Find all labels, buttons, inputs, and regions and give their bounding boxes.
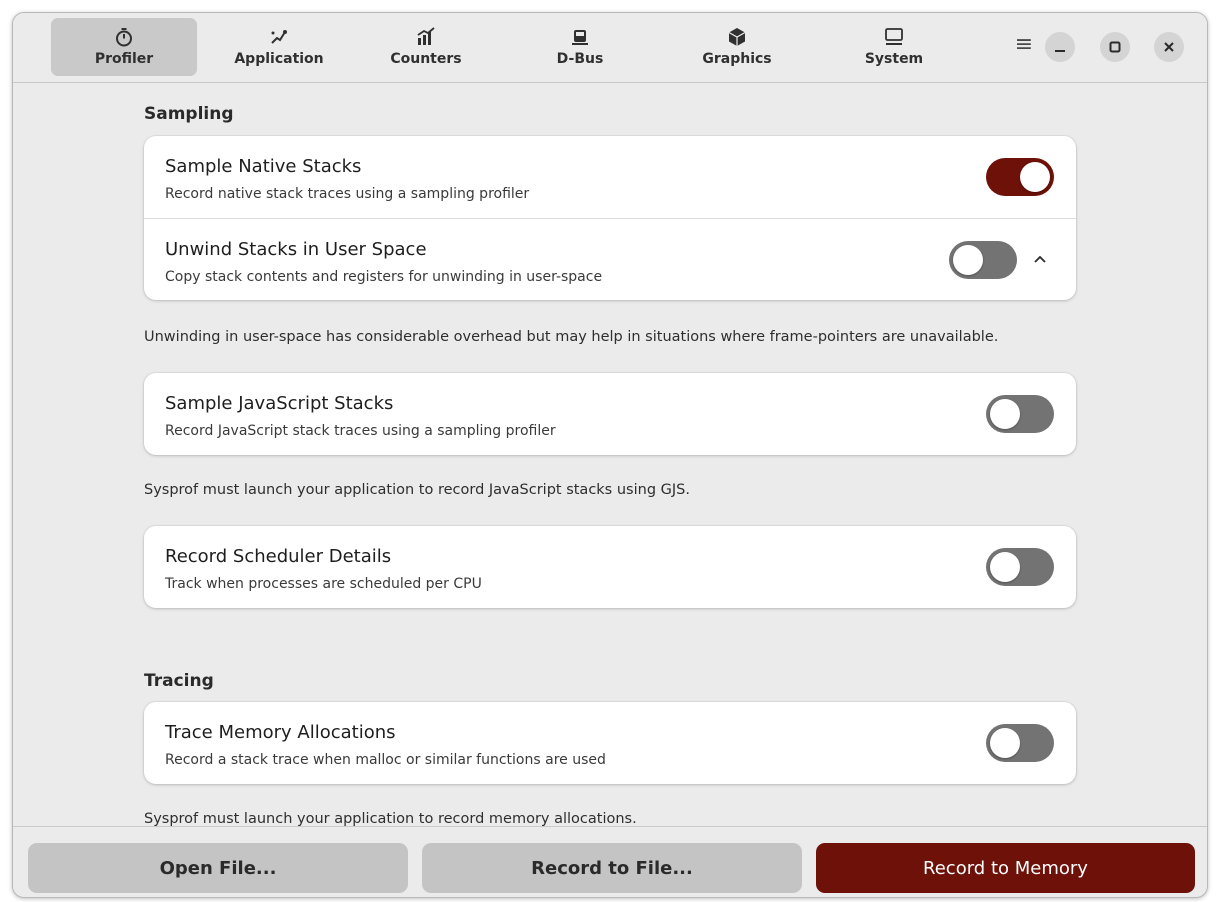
row-title: Unwind Stacks in User Space — [165, 239, 427, 260]
dbus-icon — [572, 30, 588, 45]
tab-graphics[interactable]: Graphics — [664, 18, 810, 76]
counters-chart-icon — [417, 27, 435, 45]
switch-knob — [953, 245, 983, 275]
monitor-icon — [885, 28, 903, 45]
minimize-button[interactable] — [1045, 32, 1075, 62]
tab-dbus[interactable]: D-Bus — [507, 18, 653, 76]
row-subtitle: Record a stack trace when malloc or simi… — [165, 752, 606, 768]
maximize-button[interactable] — [1100, 32, 1130, 62]
row-record-scheduler-details[interactable]: Record Scheduler Details Track when proc… — [144, 526, 1076, 608]
tab-label: Counters — [390, 51, 462, 67]
switch-knob — [990, 728, 1020, 758]
tab-counters[interactable]: Counters — [353, 18, 499, 76]
unwind-stacks-switch[interactable] — [949, 241, 1017, 279]
switch-knob — [990, 399, 1020, 429]
open-file-button[interactable]: Open File... — [28, 843, 408, 893]
javascript-stacks-switch[interactable] — [986, 395, 1054, 433]
row-title: Record Scheduler Details — [165, 546, 392, 567]
main-menu-button[interactable]: ≡ — [1011, 33, 1037, 59]
chevron-up-icon[interactable] — [1030, 249, 1050, 269]
record-to-file-button[interactable]: Record to File... — [422, 843, 802, 893]
tab-application[interactable]: Application — [206, 18, 352, 76]
javascript-card: Sample JavaScript Stacks Record JavaScri… — [144, 373, 1076, 455]
minimize-icon — [1055, 50, 1065, 52]
scheduler-card: Record Scheduler Details Track when proc… — [144, 526, 1076, 608]
row-title: Trace Memory Allocations — [165, 722, 396, 743]
tab-system[interactable]: System — [821, 18, 967, 76]
memory-note: Sysprof must launch your application to … — [144, 811, 637, 826]
row-title: Sample Native Stacks — [165, 156, 362, 177]
maximize-icon — [1109, 41, 1121, 53]
memory-allocations-switch[interactable] — [986, 724, 1054, 762]
sampling-card: Sample Native Stacks Record native stack… — [144, 136, 1076, 300]
close-icon — [1164, 42, 1174, 52]
row-trace-memory-allocations[interactable]: Trace Memory Allocations Record a stack … — [144, 702, 1076, 784]
header-bar: Profiler Application Counters D-Bus Grap… — [13, 13, 1207, 83]
tab-profiler[interactable]: Profiler — [51, 18, 197, 76]
switch-knob — [990, 552, 1020, 582]
section-title-sampling: Sampling — [144, 104, 234, 124]
sysprof-window: Profiler Application Counters D-Bus Grap… — [12, 12, 1208, 898]
native-stacks-switch[interactable] — [986, 158, 1054, 196]
application-icon — [271, 30, 287, 44]
row-subtitle: Track when processes are scheduled per C… — [165, 576, 482, 592]
row-sample-javascript-stacks[interactable]: Sample JavaScript Stacks Record JavaScri… — [144, 373, 1076, 455]
switch-knob — [1020, 162, 1050, 192]
tab-label: Graphics — [702, 51, 772, 67]
action-bar: Open File... Record to File... Record to… — [13, 826, 1207, 897]
section-title-tracing: Tracing — [144, 671, 214, 691]
tab-label: D-Bus — [556, 51, 604, 67]
row-unwind-stacks[interactable]: Unwind Stacks in User Space Copy stack c… — [144, 218, 1076, 300]
tracing-card: Trace Memory Allocations Record a stack … — [144, 702, 1076, 784]
graphics-cube-icon — [728, 28, 746, 46]
record-to-memory-button[interactable]: Record to Memory — [816, 843, 1195, 893]
row-subtitle: Copy stack contents and registers for un… — [165, 269, 603, 285]
row-title: Sample JavaScript Stacks — [165, 393, 394, 414]
tab-label: Application — [234, 51, 324, 67]
close-button[interactable] — [1154, 32, 1184, 62]
hamburger-menu-icon: ≡ — [1014, 32, 1034, 57]
row-subtitle: Record JavaScript stack traces using a s… — [165, 423, 556, 439]
scheduler-details-switch[interactable] — [986, 548, 1054, 586]
stopwatch-icon — [116, 28, 132, 47]
unwind-note: Unwinding in user-space has considerable… — [144, 329, 999, 345]
settings-content[interactable]: Sampling Sample Native Stacks Record nat… — [13, 84, 1207, 826]
javascript-note: Sysprof must launch your application to … — [144, 482, 690, 498]
row-subtitle: Record native stack traces using a sampl… — [165, 186, 530, 202]
tab-label: System — [864, 51, 924, 67]
row-sample-native-stacks[interactable]: Sample Native Stacks Record native stack… — [144, 136, 1076, 218]
tab-label: Profiler — [94, 51, 154, 67]
